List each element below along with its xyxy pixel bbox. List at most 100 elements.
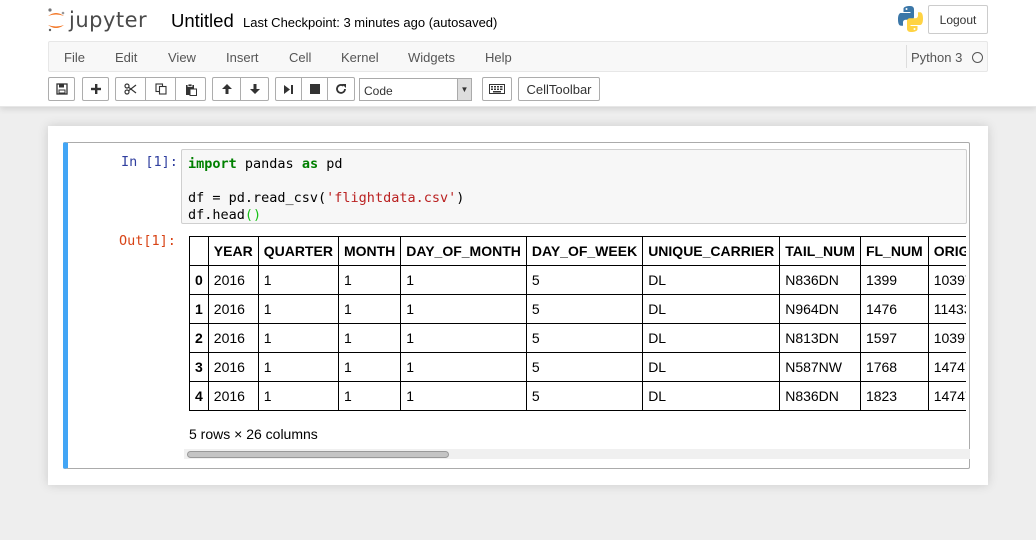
row-index: 4: [189, 381, 209, 411]
chevron-down-icon: ▼: [457, 79, 471, 100]
menu-help[interactable]: Help: [485, 50, 512, 65]
table-cell: 5: [525, 352, 644, 382]
column-header: QUARTER: [257, 236, 339, 266]
jupyter-logo[interactable]: jupyter: [46, 5, 147, 35]
run-cell-button[interactable]: [275, 77, 302, 101]
row-index: 1: [189, 294, 209, 324]
copy-button[interactable]: [145, 77, 176, 101]
column-header: DAY_OF_MONTH: [400, 236, 527, 266]
save-button[interactable]: [48, 77, 75, 101]
table-row: 3 2016 1 1 1 5 DL N587NW 1768 14747: [189, 352, 966, 382]
table-cell: 1: [400, 265, 527, 295]
interrupt-kernel-button[interactable]: [301, 77, 328, 101]
table-cell: N587NW: [779, 352, 861, 382]
step-forward-icon: [284, 84, 293, 94]
menu-file[interactable]: File: [64, 50, 85, 65]
menu-edit[interactable]: Edit: [115, 50, 137, 65]
code-cell[interactable]: In [1]: import pandas as pd df = pd.read…: [63, 142, 970, 469]
table-cell: 14747: [927, 352, 966, 382]
paste-button[interactable]: [175, 77, 206, 101]
arrow-down-icon: [249, 84, 260, 94]
column-header: DAY_OF_WEEK: [525, 236, 644, 266]
move-up-button[interactable]: [212, 77, 241, 101]
table-cell: DL: [642, 265, 781, 295]
menu-kernel[interactable]: Kernel: [341, 50, 379, 65]
scissors-icon: [124, 83, 137, 95]
notebook-title[interactable]: Untitled: [171, 10, 234, 32]
table-cell: DL: [642, 294, 781, 324]
python-icon: [898, 6, 923, 32]
table-cell: 1: [400, 381, 527, 411]
table-cell: 1: [400, 352, 527, 382]
kernel-idle-indicator-icon: [972, 52, 983, 63]
checkpoint-status: Last Checkpoint: 3 minutes ago (autosave…: [243, 15, 498, 30]
insert-cell-button[interactable]: [82, 77, 109, 101]
table-cell: 1823: [859, 381, 929, 411]
cell-type-value: Code: [364, 84, 393, 98]
dataframe-table: YEAR QUARTER MONTH DAY_OF_MONTH DAY_OF_W…: [189, 236, 966, 411]
arrow-up-icon: [221, 84, 232, 94]
jupyter-logo-text: jupyter: [69, 8, 148, 32]
table-cell: N836DN: [779, 265, 861, 295]
table-cell: 1: [337, 323, 402, 353]
celltoolbar-button[interactable]: CellToolbar: [518, 77, 600, 101]
table-row: 0 2016 1 1 1 5 DL N836DN 1399 10397: [189, 265, 966, 295]
table-cell: 10397: [927, 323, 966, 353]
menu-cell[interactable]: Cell: [289, 50, 311, 65]
kernel-separator: [906, 45, 907, 68]
column-header: YEAR: [207, 236, 259, 266]
table-cell: 1: [257, 265, 339, 295]
table-cell: 1476: [859, 294, 929, 324]
table-cell: 5: [525, 294, 644, 324]
table-header-row: YEAR QUARTER MONTH DAY_OF_MONTH DAY_OF_W…: [189, 236, 966, 266]
table-cell: 2016: [207, 323, 259, 353]
table-cell: 2016: [207, 265, 259, 295]
table-cell: DL: [642, 381, 781, 411]
table-cell: 5: [525, 323, 644, 353]
menu-view[interactable]: View: [168, 50, 196, 65]
floppy-disk-icon: [55, 83, 68, 95]
table-cell: 1: [337, 381, 402, 411]
scrollbar-thumb[interactable]: [187, 451, 449, 458]
table-cell: N964DN: [779, 294, 861, 324]
table-cell: 2016: [207, 381, 259, 411]
table-cell: 1: [337, 265, 402, 295]
dataframe-summary: 5 rows × 26 columns: [189, 426, 318, 442]
table-cell: 1: [257, 294, 339, 324]
table-row: 2 2016 1 1 1 5 DL N813DN 1597 10397: [189, 323, 966, 353]
table-cell: 1: [400, 294, 527, 324]
column-header: MONTH: [337, 236, 402, 266]
table-cell: 5: [525, 381, 644, 411]
move-down-button[interactable]: [240, 77, 269, 101]
notebook-container: In [1]: import pandas as pd df = pd.read…: [48, 126, 988, 485]
logout-button[interactable]: Logout: [928, 5, 988, 34]
menu-insert[interactable]: Insert: [226, 50, 259, 65]
table-cell: 1768: [859, 352, 929, 382]
kernel-name[interactable]: Python 3: [911, 50, 962, 65]
table-cell: 2016: [207, 352, 259, 382]
restart-kernel-button[interactable]: [327, 77, 355, 101]
horizontal-scrollbar[interactable]: [184, 449, 970, 459]
table-cell: 5: [525, 265, 644, 295]
table-cell: DL: [642, 323, 781, 353]
table-cell: 11433: [927, 294, 966, 324]
table-cell: 1: [337, 352, 402, 382]
table-cell: 1: [400, 323, 527, 353]
cell-type-select[interactable]: Code ▼: [359, 78, 472, 101]
command-palette-button[interactable]: [482, 77, 512, 101]
jupyter-icon: [48, 8, 65, 32]
table-cell: 1597: [859, 323, 929, 353]
output-area: YEAR QUARTER MONTH DAY_OF_MONTH DAY_OF_W…: [68, 143, 966, 423]
notebook-header: jupyter Untitled Last Checkpoint: 3 minu…: [0, 0, 1036, 107]
plus-icon: [90, 84, 101, 94]
column-header: [189, 236, 209, 266]
cut-button[interactable]: [115, 77, 146, 101]
copy-icon: [154, 83, 167, 95]
keyboard-icon: [489, 84, 505, 94]
table-cell: 1: [257, 323, 339, 353]
menu-widgets[interactable]: Widgets: [408, 50, 455, 65]
row-index: 2: [189, 323, 209, 353]
column-header: ORIGIN_: [927, 236, 966, 266]
row-index: 0: [189, 265, 209, 295]
table-cell: 1: [337, 294, 402, 324]
